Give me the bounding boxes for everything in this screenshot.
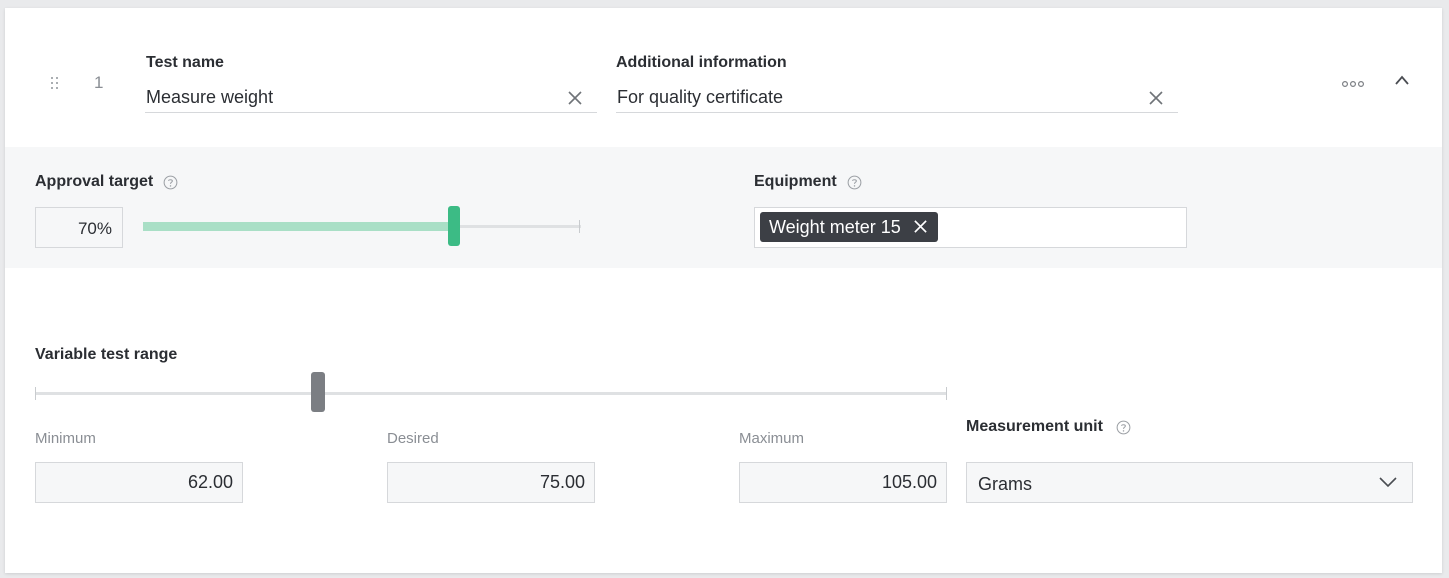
test-name-label: Test name <box>146 54 224 71</box>
range-slider-start <box>35 387 36 400</box>
range-slider-thumb[interactable] <box>310 372 325 412</box>
approval-slider-end <box>579 220 580 233</box>
clear-test-name-icon[interactable] <box>567 90 583 106</box>
variable-range-label: Variable test range <box>35 346 178 363</box>
approval-slider-fill <box>143 222 454 231</box>
settings-band <box>5 147 1442 268</box>
more-options-icon[interactable] <box>1341 80 1365 88</box>
row-index: 1 <box>94 73 104 92</box>
equipment-tag-label: Weight meter 15 <box>769 217 901 237</box>
drag-handle-icon[interactable] <box>49 76 61 92</box>
measurement-unit-value: Grams <box>978 474 1032 494</box>
minimum-input[interactable] <box>35 462 243 503</box>
equipment-tag: Weight meter 15 <box>760 212 938 242</box>
approval-slider-thumb[interactable] <box>447 206 460 246</box>
desired-label: Desired <box>387 430 439 447</box>
desired-input[interactable] <box>387 462 595 503</box>
help-circle-icon[interactable] <box>847 175 862 190</box>
help-circle-icon[interactable] <box>163 175 178 190</box>
maximum-input[interactable] <box>739 462 947 503</box>
equipment-label: Equipment <box>754 173 837 190</box>
clear-additional-info-icon[interactable] <box>1148 90 1164 106</box>
approval-target-label: Approval target <box>35 173 154 190</box>
chevron-down-icon <box>1379 477 1397 488</box>
additional-info-label: Additional information <box>616 54 787 71</box>
additional-info-input[interactable] <box>616 83 1178 113</box>
minimum-label: Minimum <box>35 430 96 447</box>
measurement-unit-label: Measurement unit <box>966 418 1103 435</box>
remove-tag-icon[interactable] <box>913 219 928 234</box>
help-circle-icon[interactable] <box>1116 420 1131 435</box>
range-slider-end <box>946 387 947 400</box>
range-slider-track[interactable] <box>35 392 947 395</box>
test-name-input[interactable] <box>145 83 597 113</box>
chevron-up-icon[interactable] <box>1394 74 1410 86</box>
measurement-unit-select[interactable]: Grams <box>966 462 1413 503</box>
maximum-label: Maximum <box>739 430 805 447</box>
approval-value[interactable]: 70% <box>35 207 123 248</box>
